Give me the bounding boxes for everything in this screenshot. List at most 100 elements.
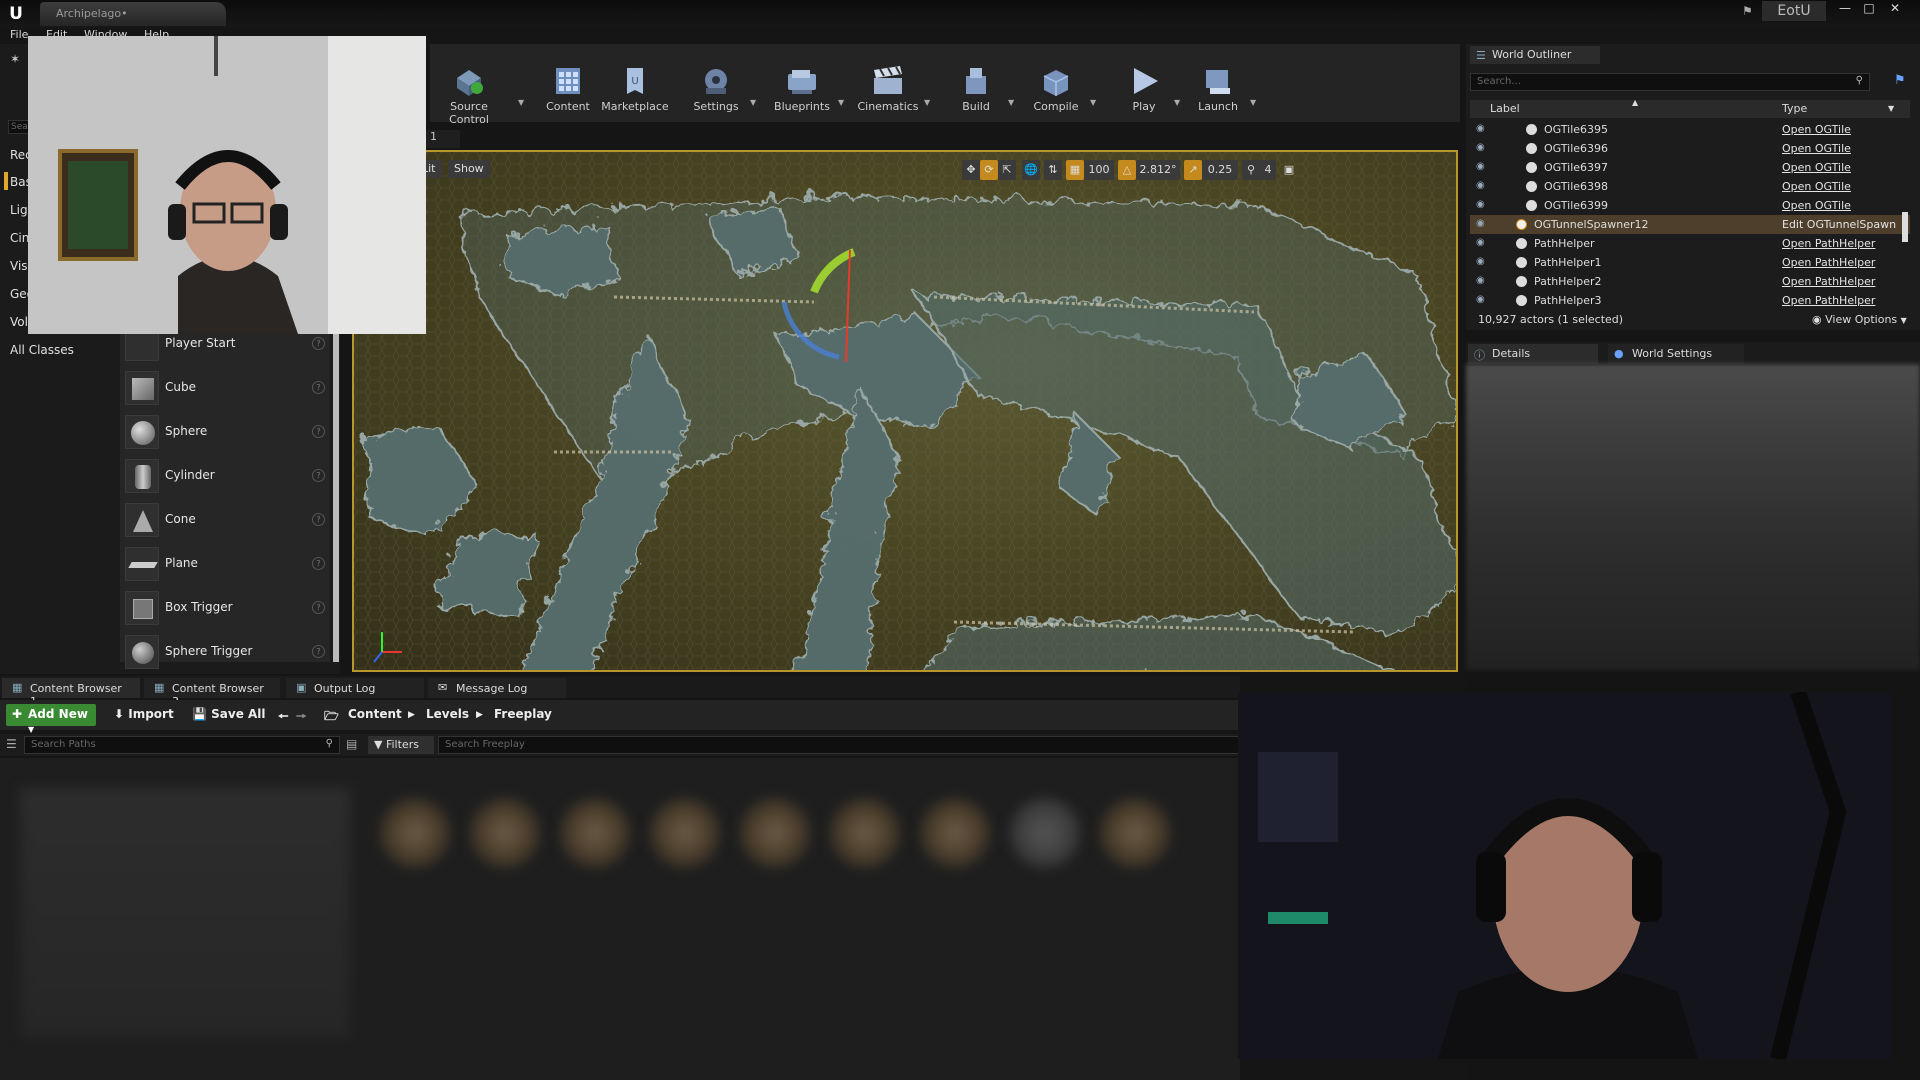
- tab-content-browser-1[interactable]: ▦ Content Browser 1: [2, 678, 140, 708]
- row-type-link[interactable]: Open PathHelper: [1782, 237, 1875, 250]
- level-viewport[interactable]: spective Lit Show ✥ ⟳ ⇱ 🌐 ⇅ ▦ 100 △ 2.81…: [352, 150, 1458, 672]
- outliner-row[interactable]: ◉ OGTile6396 Open OGTile: [1470, 139, 1910, 158]
- rotation-snap-icon[interactable]: △: [1118, 160, 1136, 180]
- back-icon[interactable]: 🠔: [278, 707, 289, 728]
- row-type-link[interactable]: Edit OGTunnelSpawn: [1782, 218, 1896, 231]
- outliner-row[interactable]: ◉ PathHelper1 Open PathHelper: [1470, 253, 1910, 272]
- visibility-eye-icon[interactable]: ◉: [1476, 199, 1488, 211]
- row-type-link[interactable]: Open PathHelper: [1782, 256, 1875, 269]
- place-item-box-trigger[interactable]: Box Trigger ?: [120, 586, 330, 630]
- level-tab[interactable]: Archipelago•: [40, 2, 226, 26]
- row-type-link[interactable]: Open OGTile: [1782, 142, 1851, 155]
- chevron-down-icon[interactable]: ▼: [1888, 104, 1894, 113]
- sources-toggle-icon[interactable]: ☰: [6, 737, 17, 751]
- visibility-eye-icon[interactable]: ◉: [1476, 142, 1488, 154]
- visibility-eye-icon[interactable]: ◉: [1476, 256, 1488, 268]
- help-icon[interactable]: ?: [312, 645, 325, 658]
- row-type-link[interactable]: Open OGTile: [1782, 123, 1851, 136]
- asset-thumbnail[interactable]: [740, 798, 810, 868]
- maximize-viewport-icon[interactable]: ▣: [1282, 160, 1296, 180]
- visibility-eye-icon[interactable]: ◉: [1476, 218, 1488, 230]
- visibility-eye-icon[interactable]: ◉: [1476, 275, 1488, 287]
- tab-details[interactable]: ⓘ Details: [1468, 344, 1598, 364]
- grid-snap-icon[interactable]: ▦: [1066, 160, 1084, 180]
- chevron-down-icon[interactable]: ▼: [750, 98, 756, 107]
- category-volumes[interactable]: Vol: [10, 315, 28, 329]
- modes-search-input[interactable]: Sea: [8, 120, 30, 134]
- outliner-options-icon[interactable]: ⚑: [1894, 73, 1906, 88]
- help-icon[interactable]: ?: [312, 469, 325, 482]
- outliner-row[interactable]: ◉ OGTile6398 Open OGTile: [1470, 177, 1910, 196]
- chevron-down-icon[interactable]: ▼: [518, 98, 524, 107]
- launch-button[interactable]: Launch: [1186, 64, 1250, 113]
- place-list-scrollbar[interactable]: [333, 322, 339, 662]
- source-control-button[interactable]: Source Control: [430, 64, 508, 126]
- modes-icon[interactable]: ✶: [10, 52, 24, 66]
- outliner-search-input[interactable]: Search... ⚲: [1470, 73, 1870, 91]
- place-item-sphere-trigger[interactable]: Sphere Trigger ?: [120, 630, 330, 674]
- asset-thumbnail[interactable]: [1010, 798, 1080, 868]
- chevron-down-icon[interactable]: ▼: [924, 98, 930, 107]
- asset-thumbnail[interactable]: [650, 798, 720, 868]
- outliner-row[interactable]: ◉ PathHelper3 Open PathHelper: [1470, 291, 1910, 310]
- camera-speed-value[interactable]: 4: [1260, 160, 1276, 180]
- help-icon[interactable]: ?: [312, 601, 325, 614]
- visibility-eye-icon[interactable]: ◉: [1476, 161, 1488, 173]
- chevron-down-icon[interactable]: ▼: [838, 98, 844, 107]
- view-options-button[interactable]: ◉ View Options ▼: [1812, 313, 1907, 326]
- breadcrumb-freeplay[interactable]: Freeplay: [494, 707, 552, 721]
- visibility-eye-icon[interactable]: ◉: [1476, 123, 1488, 135]
- type-column-header[interactable]: Type: [1782, 102, 1807, 115]
- notification-icon[interactable]: ⚑: [1742, 4, 1756, 18]
- tab-world-outliner[interactable]: ☰ World Outliner: [1470, 46, 1600, 64]
- breadcrumb-separator-icon[interactable]: ▶: [476, 710, 483, 720]
- help-icon[interactable]: ?: [312, 425, 325, 438]
- outliner-row[interactable]: ◉ PathHelper2 Open PathHelper: [1470, 272, 1910, 291]
- place-item-plane[interactable]: Plane ?: [120, 542, 330, 586]
- close-icon[interactable]: ✕: [1884, 0, 1906, 16]
- menu-file[interactable]: File: [10, 28, 28, 41]
- asset-thumbnail[interactable]: [830, 798, 900, 868]
- compile-button[interactable]: Compile: [1022, 64, 1090, 113]
- outliner-row[interactable]: ◉ OGTile6395 Open OGTile: [1470, 120, 1910, 139]
- show-button[interactable]: Show: [448, 160, 490, 178]
- help-icon[interactable]: ?: [312, 557, 325, 570]
- row-type-link[interactable]: Open PathHelper: [1782, 275, 1875, 288]
- import-button[interactable]: ⬇ Import: [114, 707, 174, 721]
- camera-speed-icon[interactable]: ⚲: [1242, 160, 1260, 180]
- visibility-eye-icon[interactable]: ◉: [1476, 294, 1488, 306]
- scale-snap-icon[interactable]: ↗: [1184, 160, 1202, 180]
- marketplace-button[interactable]: U Marketplace: [600, 64, 670, 113]
- category-all-classes[interactable]: All Classes: [10, 343, 74, 357]
- visibility-eye-icon[interactable]: ◉: [1476, 180, 1488, 192]
- row-type-link[interactable]: Open OGTile: [1782, 180, 1851, 193]
- outliner-row[interactable]: ◉ OGTile6397 Open OGTile: [1470, 158, 1910, 177]
- list-view-icon[interactable]: ▤: [346, 737, 357, 751]
- row-type-link[interactable]: Open PathHelper: [1782, 294, 1875, 307]
- visibility-eye-icon[interactable]: ◉: [1476, 237, 1488, 249]
- place-item-cube[interactable]: Cube ?: [120, 366, 330, 410]
- content-button[interactable]: Content: [536, 64, 600, 113]
- breadcrumb-levels[interactable]: Levels: [426, 707, 469, 721]
- chevron-down-icon[interactable]: ▼: [1090, 98, 1096, 107]
- help-icon[interactable]: ?: [312, 381, 325, 394]
- help-icon[interactable]: ?: [312, 513, 325, 526]
- place-item-cone[interactable]: Cone ?: [120, 498, 330, 542]
- rotation-snap-value[interactable]: 2.812°: [1136, 160, 1180, 180]
- surface-snap-icon[interactable]: ⇅: [1044, 160, 1062, 180]
- place-item-sphere[interactable]: Sphere ?: [120, 410, 330, 454]
- chevron-down-icon[interactable]: ▼: [1008, 98, 1014, 107]
- world-space-icon[interactable]: 🌐: [1022, 160, 1040, 180]
- viewport-tab[interactable]: 1: [420, 130, 460, 148]
- asset-thumbnail[interactable]: [470, 798, 540, 868]
- tab-content-browser-3[interactable]: ▦ Content Browser 3: [144, 678, 280, 708]
- scale-tool-icon[interactable]: ⇱: [998, 160, 1016, 180]
- tab-output-log[interactable]: ▣ Output Log: [286, 678, 424, 698]
- grid-snap-value[interactable]: 100: [1084, 160, 1114, 180]
- row-type-link[interactable]: Open OGTile: [1782, 199, 1851, 212]
- path-search-input[interactable]: Search Paths ⚲: [24, 736, 340, 754]
- chevron-down-icon[interactable]: ▼: [1250, 98, 1256, 107]
- translate-tool-icon[interactable]: ✥: [962, 160, 980, 180]
- category-cinematic[interactable]: Cin: [10, 231, 29, 245]
- scale-snap-value[interactable]: 0.25: [1202, 160, 1238, 180]
